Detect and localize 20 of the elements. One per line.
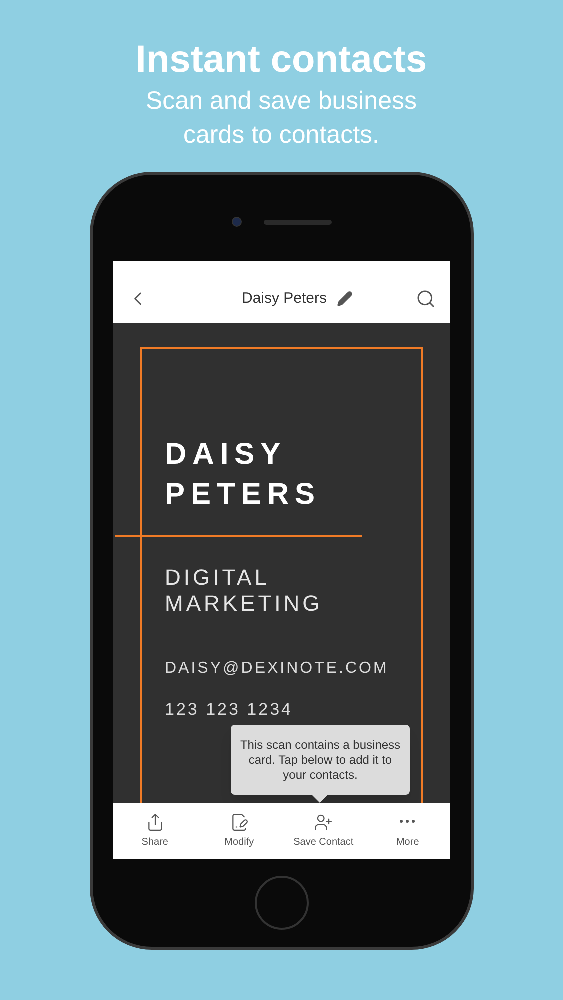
more-icon: [400, 820, 416, 824]
toolbar-button[interactable]: More: [368, 812, 448, 850]
tooltip: This scan contains a business card. Tap below to add it to your contacts.: [231, 725, 410, 795]
toolbar-button[interactable]: Modify: [199, 812, 280, 850]
card-phone: 123 123 1234: [165, 699, 294, 721]
document-title: Daisy Peters: [242, 288, 328, 309]
speaker-grille: [264, 220, 332, 224]
toolbar-button[interactable]: Save Contact: [284, 812, 364, 850]
share-icon: [146, 812, 165, 832]
camera-icon: [232, 217, 242, 227]
card-name: DAISY PETERS: [165, 437, 322, 513]
edit-document-icon: [230, 812, 249, 832]
card-role: DIGITAL MARKETING: [165, 565, 324, 617]
search-button[interactable]: [416, 289, 436, 309]
add-person-icon: [314, 812, 334, 832]
subheadline: Scan and save business cards to contacts.: [144, 86, 418, 151]
card-email: DAISY@DEXINOTE.COM: [165, 659, 390, 679]
headline: Instant contacts: [136, 38, 428, 82]
toolbar-button[interactable]: Share: [115, 812, 196, 850]
edit-pencil-icon[interactable]: [337, 291, 354, 307]
